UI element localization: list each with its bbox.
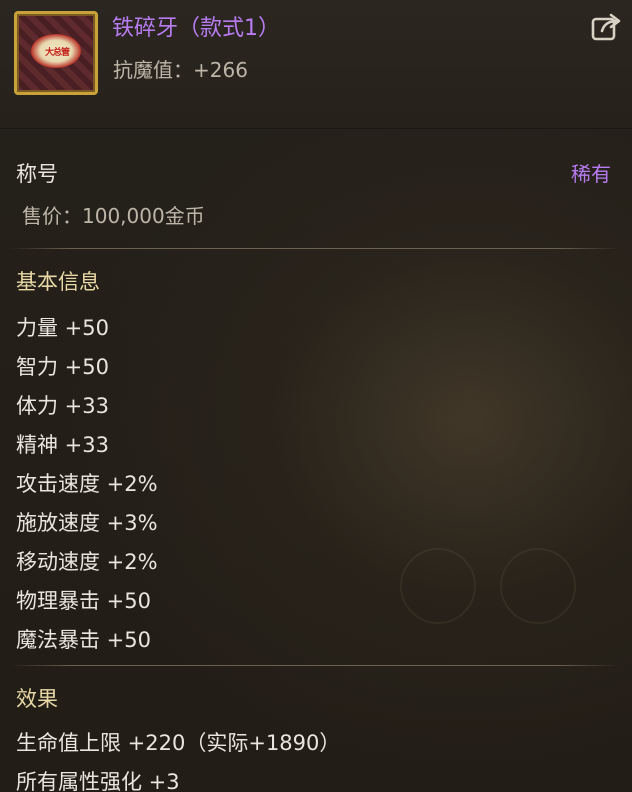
tooltip-header: 大总管 铁碎牙（款式1） 抗魔值：+266 [0, 0, 632, 129]
stat-line: 体力 +33 [16, 394, 109, 418]
item-type-label: 称号 [16, 162, 58, 186]
item-magic-resistance: 抗魔值：+266 [113, 58, 248, 82]
basic-info-title: 基本信息 [16, 270, 100, 294]
background-ornament [500, 548, 576, 624]
stat-line: 物理暴击 +50 [16, 589, 151, 613]
stat-line: 魔法暴击 +50 [16, 628, 151, 652]
effects-title: 效果 [16, 687, 58, 711]
stat-line: 力量 +50 [16, 316, 109, 340]
stat-line: 攻击速度 +2% [16, 472, 158, 496]
effect-line: 生命值上限 +220（实际+1890） [16, 731, 341, 755]
stat-line: 移动速度 +2% [16, 550, 158, 574]
stat-line: 精神 +33 [16, 433, 109, 457]
item-name: 铁碎牙（款式1） [112, 16, 280, 41]
background-ornament [400, 548, 476, 624]
rarity-label: 稀有 [571, 162, 611, 186]
item-tooltip-panel: 大总管 铁碎牙（款式1） 抗魔值：+266 称号 稀有 售价：100,000金币… [0, 0, 632, 792]
effect-line: 所有属性强化 +3 [16, 770, 180, 792]
item-emblem-icon[interactable]: 大总管 [14, 11, 98, 95]
share-external-icon[interactable] [590, 12, 622, 42]
stat-line: 施放速度 +3% [16, 511, 158, 535]
stat-line: 智力 +50 [16, 355, 109, 379]
section-divider [10, 248, 620, 249]
sell-price: 售价：100,000金币 [22, 204, 205, 228]
emblem-label: 大总管 [44, 48, 70, 58]
section-divider [10, 665, 620, 666]
